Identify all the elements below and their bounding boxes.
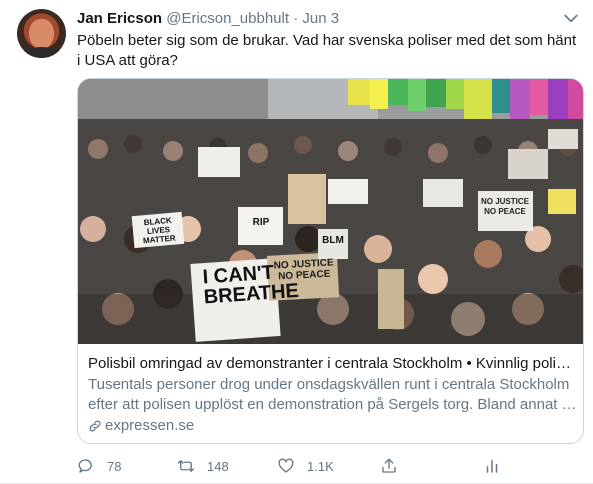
analytics-icon [486,460,498,473]
card-title: Polisbil omringad av demonstranter i cen… [88,355,578,372]
link-card[interactable]: I CAN'T BREATHE NO JUSTICE NO PEACE BLAC… [77,78,584,444]
heart-icon [278,458,294,473]
like-count: 1.1K [307,458,334,474]
header-separator: · [293,10,299,27]
tweet[interactable]: Jan Ericson @Ericson_ubbhult · Jun 3 Pöb… [0,0,593,484]
analytics-button[interactable] [483,455,513,477]
avatar[interactable] [17,9,66,58]
like-button[interactable]: 1.1K [277,455,334,477]
author-handle[interactable]: @Ericson_ubbhult [166,10,289,27]
tweet-date[interactable]: Jun 3 [302,10,339,27]
card-link: expressen.se [88,416,194,436]
sign-no-justice: NO JUSTICE NO PEACE [273,257,334,283]
avatar-shirt [19,47,64,58]
link-icon [89,420,101,432]
avatar-face [29,19,54,49]
tweet-text: Pöbeln beter sig som de brukar. Vad har … [77,32,577,69]
reply-icon [78,459,92,473]
retweet-count: 148 [207,458,229,474]
share-button[interactable] [380,455,410,477]
sign-black-lives: BLACK LIVES MATTER [142,215,176,246]
chevron-down-icon[interactable] [561,8,581,28]
share-icon [382,458,396,473]
author-name[interactable]: Jan Ericson [77,10,162,27]
tweet-actions: 78 148 1.1K [77,455,577,477]
sign-rip: RIP [252,217,270,228]
card-domain: expressen.se [105,417,195,434]
tweet-header: Jan Ericson @Ericson_ubbhult · Jun 3 [77,10,339,28]
retweet-icon [177,460,195,472]
sign-blm: BLM [322,235,344,246]
reply-button[interactable]: 78 [77,455,121,477]
retweet-button[interactable]: 148 [177,455,229,477]
sign-cant-breathe: I CAN'T BREATHE [201,261,300,309]
sign-no-justice-right: NO JUSTICE NO PEACE [480,197,529,216]
reply-count: 78 [107,458,122,474]
card-description: Tusentals personer drog under onsdagskvä… [88,376,577,413]
